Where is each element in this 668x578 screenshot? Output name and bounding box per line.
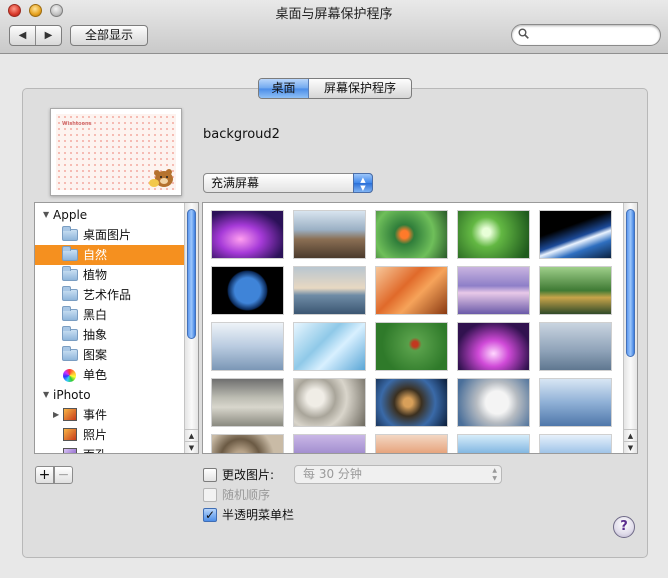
source-list: ▼ Apple 桌面图片 自然 植物 艺术作品 黑白 抽象 图案 单色 ▼ iP… [34, 202, 199, 454]
wallpaper-thumbnail[interactable] [375, 266, 448, 315]
scroll-thumb[interactable] [626, 209, 635, 357]
translucent-menubar-option[interactable]: ✓ 半透明菜单栏 [203, 507, 294, 523]
wallpaper-thumbnail[interactable] [211, 378, 284, 427]
tab-desktop[interactable]: 桌面 [259, 79, 309, 98]
wallpaper-thumbnail[interactable] [539, 210, 612, 259]
fit-mode-popup[interactable]: 充满屏幕 ▲ ▼ [203, 173, 373, 193]
wallpaper-thumbnail[interactable] [457, 378, 530, 427]
search-field[interactable] [511, 24, 661, 46]
color-wheel-icon [63, 369, 76, 382]
source-item-art[interactable]: 艺术作品 [35, 285, 186, 305]
wallpaper-thumbnail[interactable] [293, 210, 366, 259]
scroll-down-arrow-icon[interactable]: ▼ [185, 441, 198, 453]
disclosure-closed-icon: ▶ [53, 410, 60, 419]
scroll-up-arrow-icon[interactable]: ▲ [624, 429, 637, 441]
change-interval-popup: 每 30 分钟 ▲ ▼ [294, 465, 502, 484]
wallpaper-thumbnail[interactable] [539, 434, 612, 453]
wallpaper-thumbnail[interactable] [293, 378, 366, 427]
help-button[interactable]: ? [613, 516, 635, 538]
folder-icon [62, 306, 78, 321]
wallpaper-grid: ▲ ▼ [202, 202, 638, 454]
title-bar: 桌面与屏幕保护程序 ◀ ▶ 全部显示 [0, 0, 668, 54]
source-item-patterns[interactable]: 图案 [35, 345, 186, 365]
random-order-option: 随机顺序 [203, 487, 270, 503]
wallpaper-thumbnail[interactable] [539, 266, 612, 315]
source-item-faces[interactable]: 面孔 [35, 445, 186, 453]
source-item-events[interactable]: ▶ 事件 [35, 405, 186, 425]
translucent-menubar-checkbox[interactable]: ✓ [203, 508, 217, 522]
popup-arrows-icon: ▲ ▼ [353, 173, 373, 193]
source-list-scrollbar[interactable]: ▲ ▼ [184, 203, 198, 453]
source-item-abstract[interactable]: 抽象 [35, 325, 186, 345]
disclosure-open-icon: ▼ [43, 390, 50, 399]
source-item-photos[interactable]: 照片 [35, 425, 186, 445]
wallpaper-thumbnail[interactable] [211, 322, 284, 371]
forward-button[interactable]: ▶ [36, 26, 61, 45]
iphoto-events-icon [63, 408, 77, 421]
picture-name: backgroud2 [203, 127, 280, 142]
desktop-preview: Wishtoons [50, 108, 182, 196]
tab-bar: 桌面 屏幕保护程序 [258, 78, 412, 99]
wallpaper-thumbnail[interactable] [539, 378, 612, 427]
disclosure-open-icon: ▼ [43, 210, 50, 219]
iphoto-faces-icon [63, 448, 77, 453]
popup-arrows-icon: ▲ ▼ [492, 467, 497, 482]
folder-icon [62, 326, 78, 341]
group-iphoto[interactable]: ▼ iPhoto [35, 385, 186, 405]
random-order-checkbox [203, 488, 217, 502]
scroll-up-arrow-icon[interactable]: ▲ [185, 429, 198, 441]
wallpaper-thumbnail[interactable] [293, 434, 366, 453]
scroll-thumb[interactable] [187, 209, 196, 339]
search-icon [518, 28, 529, 39]
source-item-nature[interactable]: 自然 [35, 245, 186, 265]
group-apple[interactable]: ▼ Apple [35, 205, 186, 225]
window-title: 桌面与屏幕保护程序 [275, 7, 393, 22]
wallpaper-thumbnail[interactable] [293, 266, 366, 315]
source-item-desktop-pictures[interactable]: 桌面图片 [35, 225, 186, 245]
wallpaper-thumbnail[interactable] [211, 210, 284, 259]
wallpaper-thumbnail[interactable] [375, 210, 448, 259]
wallpaper-thumbnail[interactable] [457, 266, 530, 315]
change-interval-value: 每 30 分钟 [303, 467, 362, 481]
folder-icon [62, 286, 78, 301]
wallpaper-thumbnail[interactable] [457, 210, 530, 259]
wallpaper-thumbnail[interactable] [539, 322, 612, 371]
iphoto-photos-icon [63, 428, 77, 441]
wallpaper-thumbnail[interactable] [457, 322, 530, 371]
wallpaper-grid-scrollbar[interactable]: ▲ ▼ [623, 203, 637, 453]
wallpaper-thumbnail[interactable] [375, 434, 448, 453]
wallpaper-thumbnail[interactable] [293, 322, 366, 371]
source-item-plants[interactable]: 植物 [35, 265, 186, 285]
wallpaper-thumbnail[interactable] [375, 322, 448, 371]
preview-image: Wishtoons [56, 114, 176, 190]
wallpaper-thumbnail[interactable] [211, 434, 284, 453]
source-item-solid-colors[interactable]: 单色 [35, 365, 186, 385]
wallpaper-thumbnail[interactable] [375, 378, 448, 427]
folder-icon [62, 226, 78, 241]
bear-icon [149, 169, 173, 187]
tab-screen-saver[interactable]: 屏幕保护程序 [309, 79, 411, 98]
change-picture-option[interactable]: 更改图片: [203, 467, 274, 483]
source-item-black-white[interactable]: 黑白 [35, 305, 186, 325]
preview-logo: Wishtoons [62, 121, 92, 127]
back-button[interactable]: ◀ [10, 26, 36, 45]
remove-folder-button[interactable]: − [54, 466, 73, 484]
change-picture-checkbox[interactable] [203, 468, 217, 482]
folder-icon [62, 266, 78, 281]
wallpaper-thumbnail[interactable] [211, 266, 284, 315]
wallpaper-thumbnail[interactable] [457, 434, 530, 453]
folder-icon [62, 246, 78, 261]
folder-icon [62, 346, 78, 361]
add-folder-button[interactable]: + [35, 466, 54, 484]
show-all-button[interactable]: 全部显示 [70, 25, 148, 46]
scroll-down-arrow-icon[interactable]: ▼ [624, 441, 637, 453]
search-input[interactable] [534, 27, 654, 43]
fit-mode-value: 充满屏幕 [211, 176, 260, 190]
back-forward-control: ◀ ▶ [9, 25, 62, 46]
